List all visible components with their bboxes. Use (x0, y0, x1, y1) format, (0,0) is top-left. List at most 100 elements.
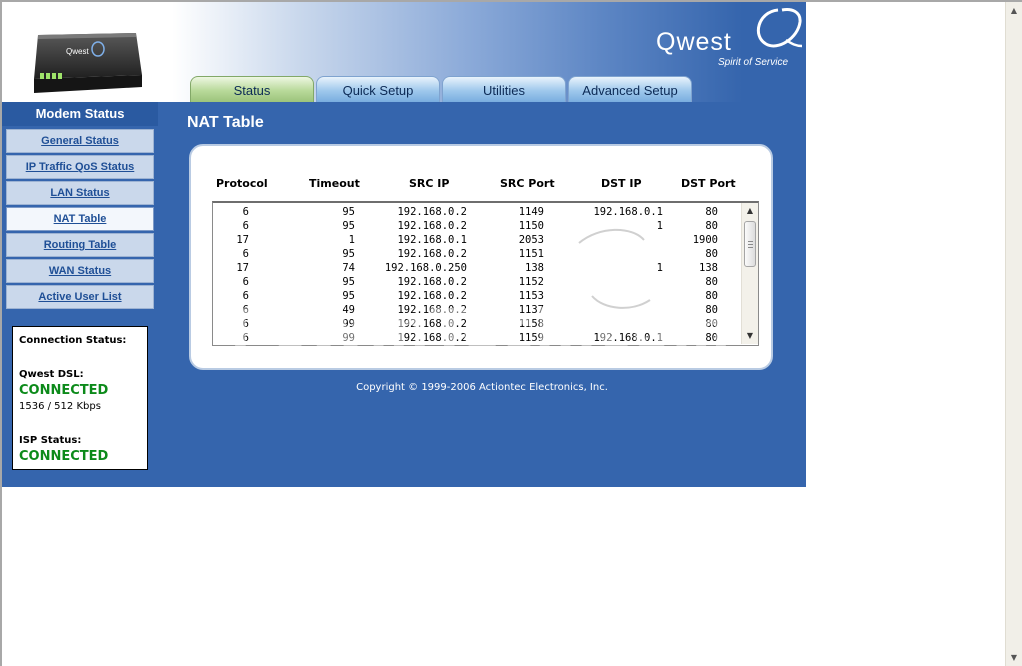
table-row: 17 1 192.168.0.1 2053 1900 (213, 233, 740, 247)
cell-protocol: 6 (242, 304, 249, 316)
cell-dst-port: 80 (705, 318, 718, 330)
cell-src-port: 1158 (518, 318, 544, 330)
cell-timeout: 99 (342, 332, 355, 344)
isp-label: ISP Status: (19, 435, 82, 446)
table-row: 6 95 192.168.0.2 1153 80 (213, 289, 740, 303)
cell-timeout: 95 (342, 206, 355, 218)
scroll-up-arrow-icon[interactable]: ▲ (1006, 2, 1022, 19)
cell-src-port: 1151 (518, 248, 544, 260)
cell-dst-port: 80 (705, 290, 718, 302)
sidebar-item-general-status[interactable]: General Status (6, 129, 154, 153)
cell-src-port: 1150 (518, 220, 544, 232)
sidebar-item-active-user-list[interactable]: Active User List (6, 285, 154, 309)
cell-src-port: 138 (525, 262, 544, 274)
logo-swoosh-icon (756, 8, 803, 48)
cell-dst-ip: 1 (656, 262, 663, 274)
cell-src-ip: 192.168.0.2 (397, 332, 467, 344)
sidebar: Modem Status General Status IP Traffic Q… (2, 102, 158, 487)
sidebar-title: Modem Status (2, 102, 158, 126)
logo-wordmark: Qwest (656, 28, 732, 56)
nat-table-rows: 6 95 192.168.0.2 1149 192.168.0.1 80 6 95 192.16… (213, 205, 740, 345)
tab-utilities[interactable]: Utilities (442, 76, 566, 102)
column-header-protocol: Protocol (216, 177, 268, 190)
cell-src-ip: 192.168.0.2 (397, 290, 467, 302)
sidebar-item-lan-status[interactable]: LAN Status (6, 181, 154, 205)
cell-protocol: 17 (236, 262, 249, 274)
cell-src-ip: 192.168.0.2 (397, 276, 467, 288)
cell-src-port: 1149 (518, 206, 544, 218)
scroll-down-arrow-icon[interactable]: ▼ (1006, 649, 1022, 666)
dsl-status-badge: CONNECTED (19, 383, 109, 398)
table-row: 6 99 192.168.0.2 1159 192.168.0.1 80 (213, 331, 740, 345)
cell-dst-port: 80 (705, 332, 718, 344)
connection-status-heading: Connection Status: (19, 335, 127, 346)
cell-dst-port: 80 (705, 206, 718, 218)
sidebar-item-wan-status[interactable]: WAN Status (6, 259, 154, 283)
cell-dst-ip: 192.168.0.1 (593, 206, 663, 218)
cell-dst-port: 80 (705, 304, 718, 316)
dsl-label: Qwest DSL: (19, 369, 84, 380)
cell-protocol: 6 (242, 276, 249, 288)
header-banner: Qwest Qwest Spirit of Service Status Qui… (2, 2, 806, 102)
cell-protocol: 6 (242, 206, 249, 218)
cell-protocol: 17 (236, 234, 249, 246)
cell-protocol: 6 (242, 318, 249, 330)
cell-dst-ip: 192.168.0.1 (593, 332, 663, 344)
listbox-scrollbar[interactable]: ▲ ▼ (741, 203, 758, 344)
cell-dst-ip: 1 (656, 220, 663, 232)
cell-protocol: 6 (242, 220, 249, 232)
column-header-timeout: Timeout (309, 177, 360, 190)
table-row: 6 99 192.168.0.2 1158 80 (213, 317, 740, 331)
table-row: 6 95 192.168.0.2 1152 80 (213, 275, 740, 289)
column-header-src-port: SRC Port (500, 177, 555, 190)
table-row: 6 49 192.168.0.2 1137 80 (213, 303, 740, 317)
cell-src-port: 2053 (518, 234, 544, 246)
cell-timeout: 95 (342, 290, 355, 302)
tab-advanced-setup[interactable]: Advanced Setup (568, 76, 692, 102)
cell-src-ip: 192.168.0.2 (397, 220, 467, 232)
list-scroll-thumb[interactable] (744, 221, 756, 267)
tab-status[interactable]: Status (190, 76, 314, 102)
cell-timeout: 99 (342, 318, 355, 330)
nat-table-listbox[interactable]: 6 95 192.168.0.2 1149 192.168.0.1 80 6 95 192.16… (212, 201, 759, 346)
cell-src-ip: 192.168.0.2 (397, 248, 467, 260)
tab-quick-setup[interactable]: Quick Setup (316, 76, 440, 102)
list-scroll-down-icon[interactable]: ▼ (744, 329, 756, 343)
column-header-dst-port: DST Port (681, 177, 736, 190)
cell-timeout: 1 (348, 234, 355, 246)
cell-src-port: 1153 (518, 290, 544, 302)
cell-timeout: 95 (342, 276, 355, 288)
cell-dst-port: 80 (705, 248, 718, 260)
column-header-src-ip: SRC IP (409, 177, 450, 190)
cell-timeout: 74 (342, 262, 355, 274)
table-row: 6 95 192.168.0.2 1151 80 (213, 247, 740, 261)
cell-protocol: 6 (242, 332, 249, 344)
cell-dst-port: 1900 (692, 234, 718, 246)
cell-protocol: 6 (242, 248, 249, 260)
cell-dst-port: 80 (705, 276, 718, 288)
cell-src-ip: 192.168.0.2 (397, 304, 467, 316)
logo-tagline: Spirit of Service (718, 57, 789, 68)
sidebar-item-ip-traffic-qos-status[interactable]: IP Traffic QoS Status (6, 155, 154, 179)
svg-text:Qwest: Qwest (66, 47, 89, 56)
table-row: 6 95 192.168.0.2 1150 1 80 (213, 219, 740, 233)
nat-table-panel: Protocol Timeout SRC IP SRC Port DST IP … (189, 144, 773, 370)
cell-dst-port: 80 (705, 220, 718, 232)
modem-device-image: Qwest (34, 33, 142, 93)
cell-src-ip: 192.168.0.250 (384, 262, 467, 274)
sidebar-item-nat-table[interactable]: NAT Table (6, 207, 154, 231)
connection-status-panel: Connection Status: Qwest DSL: CONNECTED … (12, 326, 148, 470)
cell-src-port: 1137 (518, 304, 544, 316)
cell-protocol: 6 (242, 290, 249, 302)
list-scroll-up-icon[interactable]: ▲ (744, 204, 756, 218)
table-row: 17 74 192.168.0.250 138 1 138 (213, 261, 740, 275)
cell-src-ip: 192.168.0.1 (397, 234, 467, 246)
cell-dst-port: 138 (699, 262, 718, 274)
sidebar-item-routing-table[interactable]: Routing Table (6, 233, 154, 257)
page-scrollbar[interactable]: ▲ ▼ (1005, 2, 1022, 666)
cell-src-port: 1159 (518, 332, 544, 344)
cell-src-port: 1152 (518, 276, 544, 288)
nat-table-header: Protocol Timeout SRC IP SRC Port DST IP … (191, 177, 771, 193)
dsl-rate: 1536 / 512 Kbps (19, 401, 101, 412)
cell-timeout: 49 (342, 304, 355, 316)
